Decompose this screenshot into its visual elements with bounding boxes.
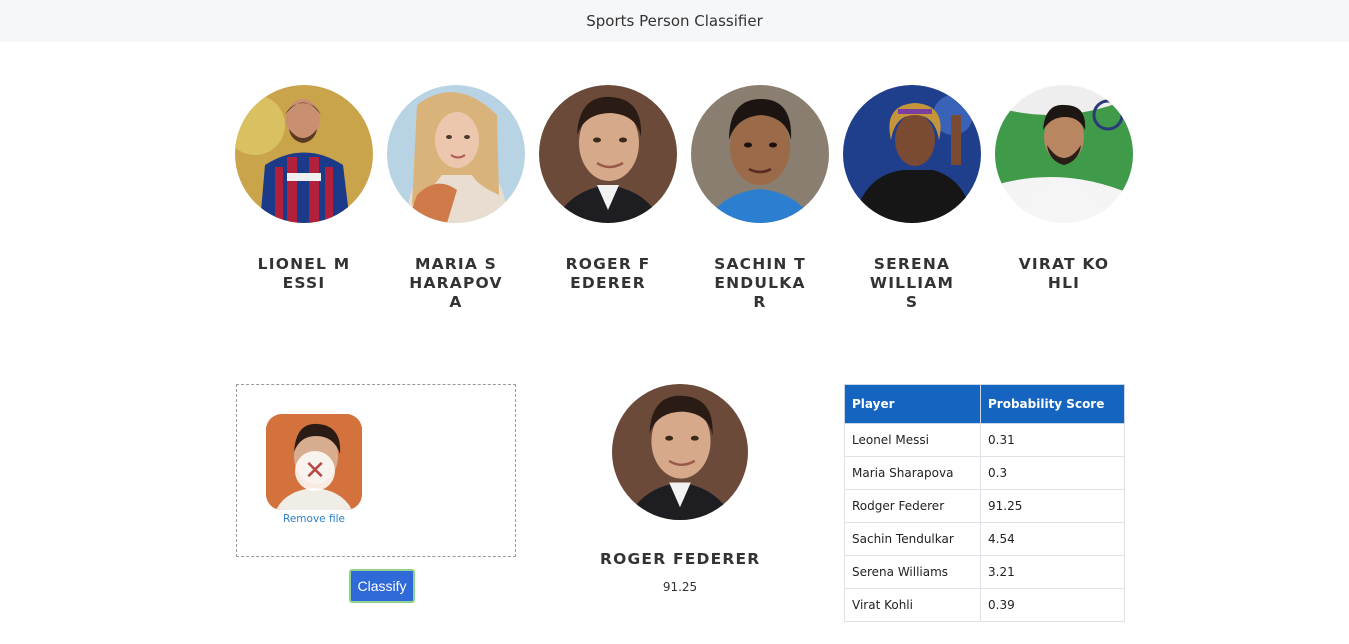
navbar: Sports Person Classifier	[0, 0, 1349, 42]
score-cell: 0.31	[980, 423, 1125, 457]
player-card-federer: Roger Federer	[532, 85, 684, 293]
player-card-tendulkar: Sachin Tendulkar	[684, 85, 836, 312]
result-photo	[612, 384, 748, 520]
result-card: Roger Federer 91.25	[600, 384, 760, 594]
player-card-sharapova: Maria Sharapova	[380, 85, 532, 312]
score-cell: 3.21	[980, 555, 1125, 589]
uploaded-image-thumbnail: ✕	[266, 414, 362, 510]
player-cell: Maria Sharapova	[844, 456, 981, 490]
table-header-row: Player Probability Score	[844, 384, 1125, 424]
player-name: Sachin Tendulkar	[714, 255, 806, 311]
player-card-messi: Lionel Messi	[228, 85, 380, 293]
player-name: Serena Williams	[869, 255, 955, 311]
table-row: Leonel Messi 0.31	[844, 423, 1125, 457]
player-name: Roger Federer	[565, 255, 651, 292]
messi-photo	[235, 85, 373, 223]
column-header-player: Player	[844, 384, 981, 424]
remove-file-link[interactable]: Remove file	[266, 513, 362, 525]
table-row: Rodger Federer 91.25	[844, 489, 1125, 523]
table-row: Virat Kohli 0.39	[844, 588, 1125, 622]
player-name: Maria Sharapova	[409, 255, 503, 311]
table-row: Maria Sharapova 0.3	[844, 456, 1125, 490]
score-cell: 91.25	[980, 489, 1125, 523]
close-icon[interactable]: ✕	[295, 451, 335, 491]
player-name: Lionel Messi	[257, 255, 351, 292]
column-header-score: Probability Score	[980, 384, 1125, 424]
result-player-name: Roger Federer	[600, 550, 761, 568]
player-cell: Serena Williams	[844, 555, 981, 589]
file-dropzone[interactable]: ✕ Remove file	[236, 384, 516, 557]
player-cell: Sachin Tendulkar	[844, 522, 981, 556]
player-card-kohli: Virat Kohli	[988, 85, 1140, 293]
tendulkar-photo	[691, 85, 829, 223]
player-cell: Leonel Messi	[844, 423, 981, 457]
classify-button[interactable]: Classify	[349, 569, 415, 603]
score-cell: 0.3	[980, 456, 1125, 490]
player-cell: Virat Kohli	[844, 588, 981, 622]
player-name: Virat Kohli	[1018, 255, 1110, 292]
kohli-photo	[995, 85, 1133, 223]
player-card-williams: Serena Williams	[836, 85, 988, 312]
sharapova-photo	[387, 85, 525, 223]
williams-photo	[843, 85, 981, 223]
score-cell: 4.54	[980, 522, 1125, 556]
score-cell: 0.39	[980, 588, 1125, 622]
player-cell: Rodger Federer	[844, 489, 981, 523]
probability-table: Player Probability Score Leonel Messi 0.…	[844, 384, 1125, 622]
table-row: Serena Williams 3.21	[844, 555, 1125, 589]
table-row: Sachin Tendulkar 4.54	[844, 522, 1125, 556]
federer-photo	[539, 85, 677, 223]
result-score: 91.25	[662, 580, 698, 594]
app-title: Sports Person Classifier	[586, 12, 763, 30]
